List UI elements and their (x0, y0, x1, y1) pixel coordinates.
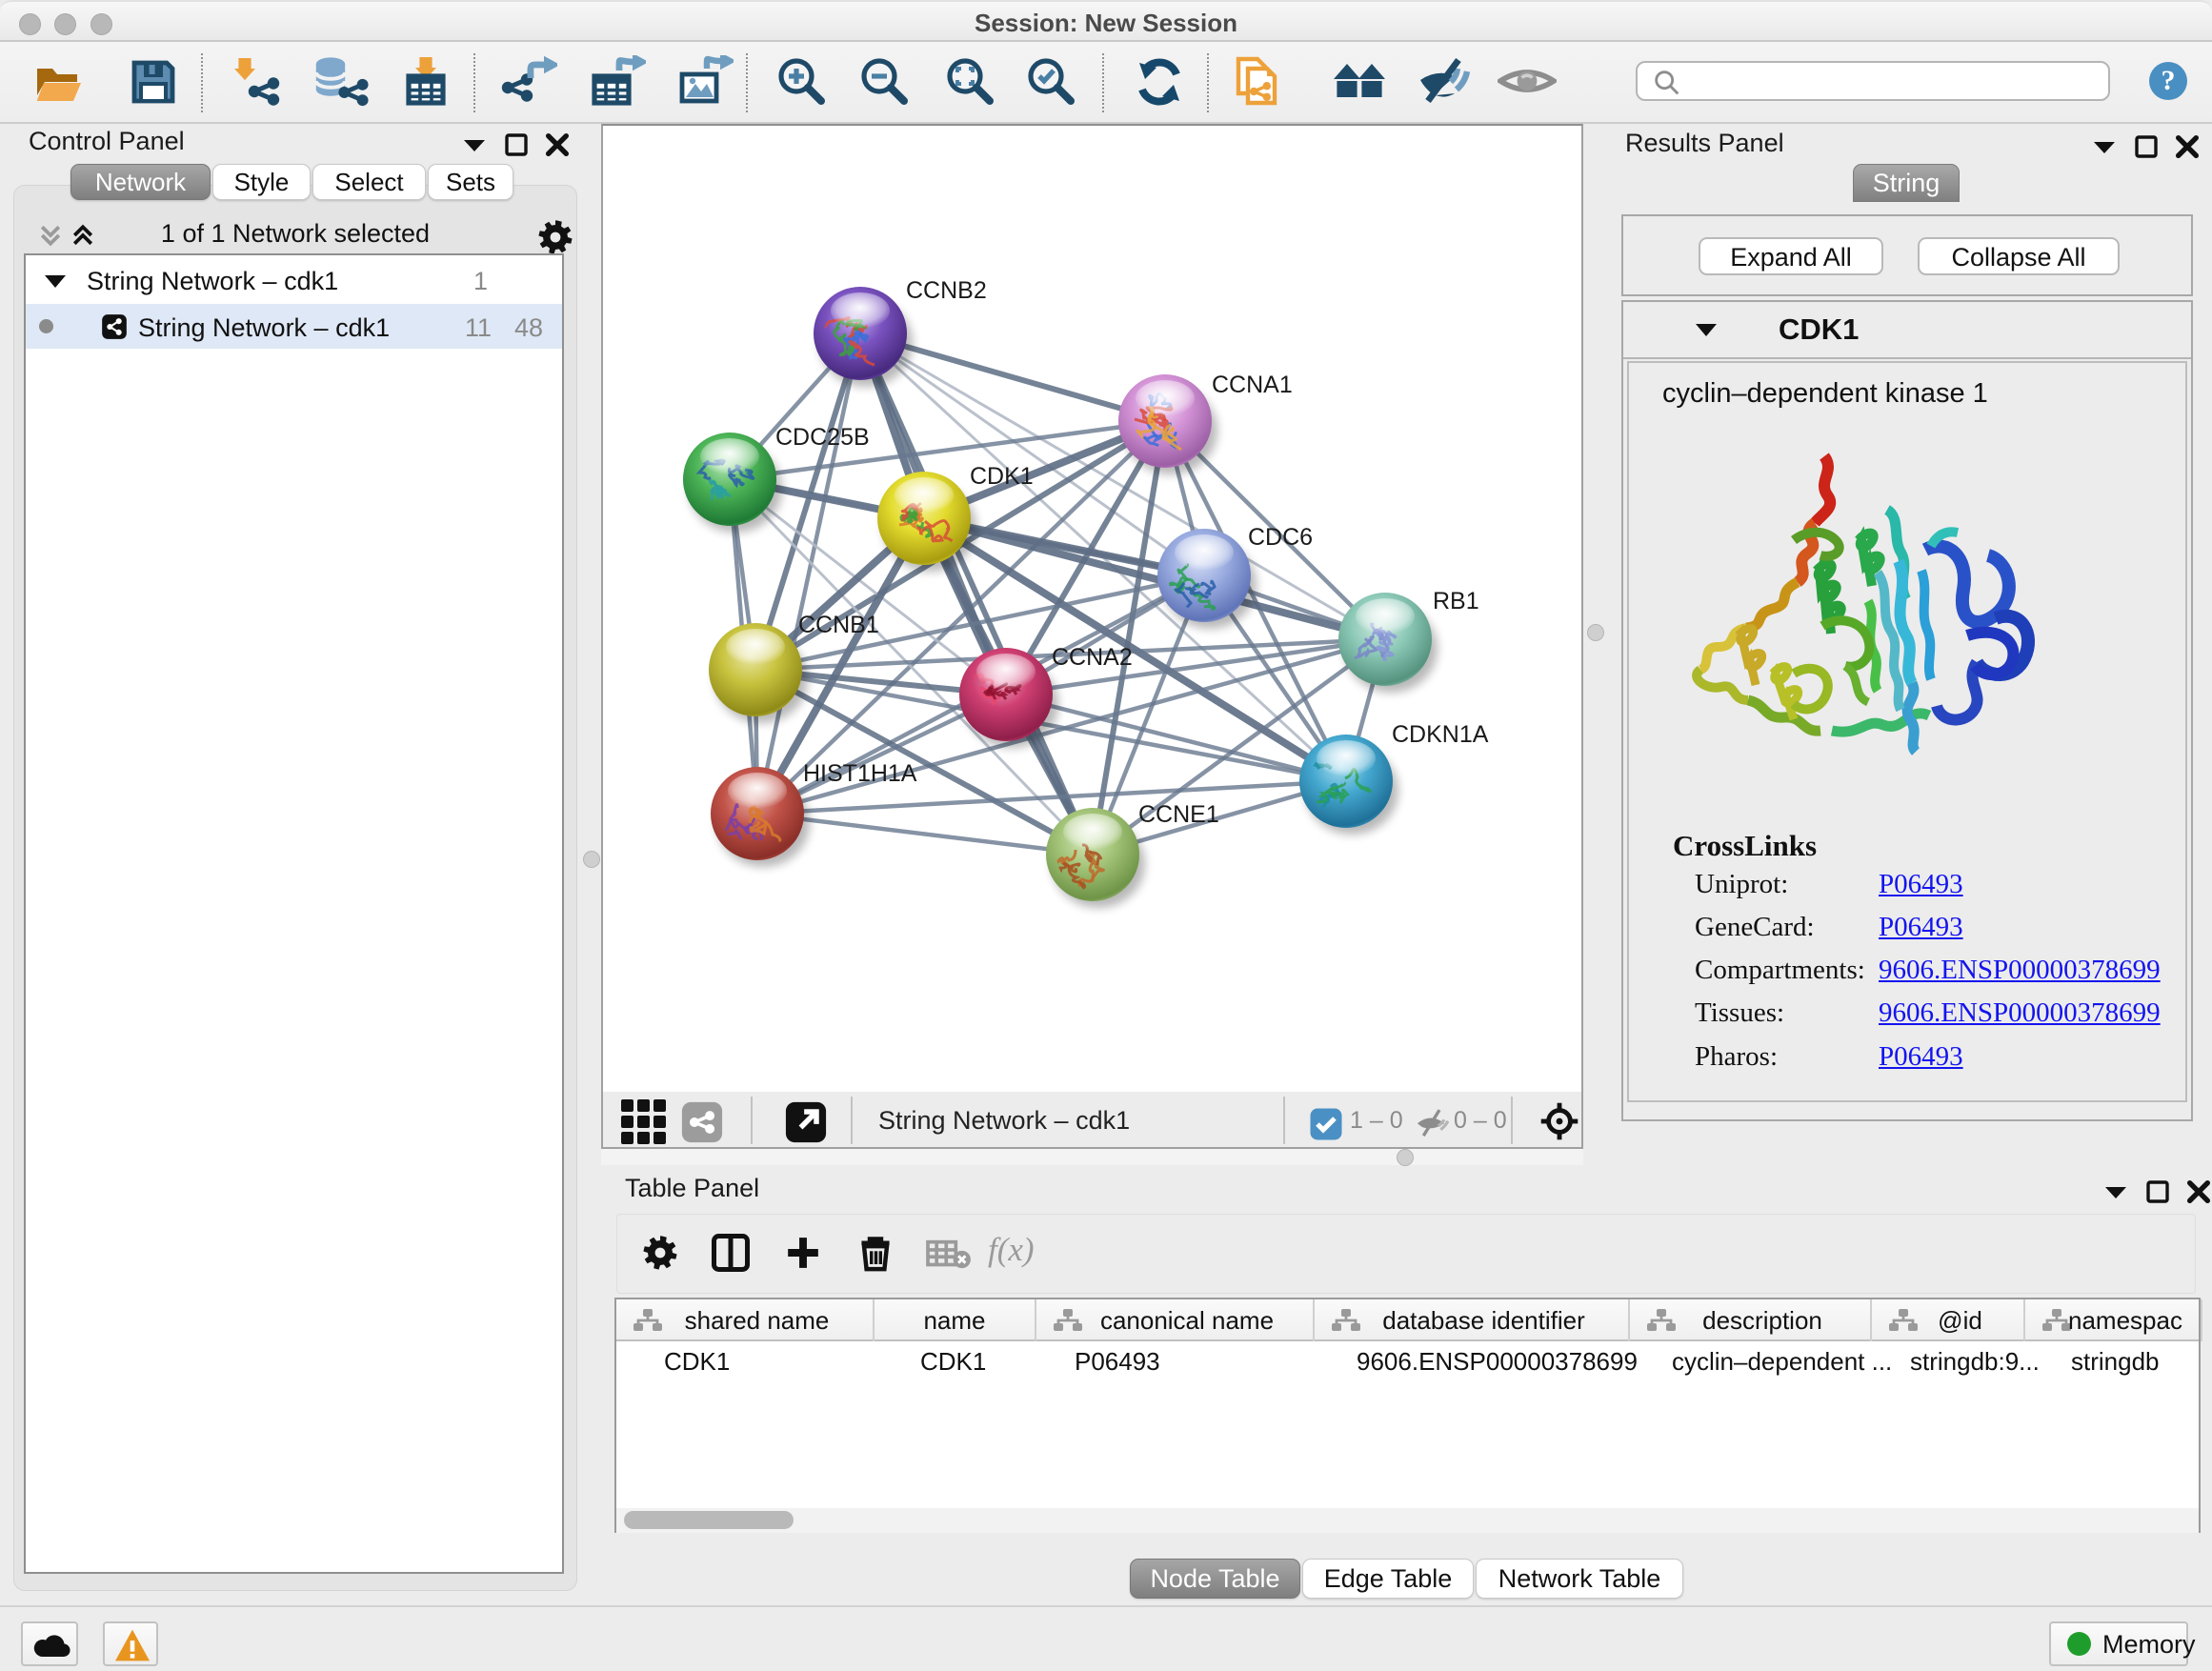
svg-text:CDKN1A: CDKN1A (1392, 721, 1489, 748)
svg-text:CDK1: CDK1 (970, 463, 1034, 490)
svg-text:CCNA2: CCNA2 (1052, 644, 1133, 671)
svg-text:CDC6: CDC6 (1248, 524, 1313, 551)
svg-text:CCNE1: CCNE1 (1138, 801, 1219, 828)
svg-text:RB1: RB1 (1433, 588, 1479, 614)
svg-text:HIST1H1A: HIST1H1A (803, 760, 917, 787)
svg-text:CCNA1: CCNA1 (1212, 372, 1293, 398)
svg-text:CCNB1: CCNB1 (798, 612, 879, 638)
svg-text:CCNB2: CCNB2 (906, 277, 987, 304)
svg-text:?: ? (2162, 65, 2176, 96)
svg-text:CDC25B: CDC25B (775, 424, 870, 451)
